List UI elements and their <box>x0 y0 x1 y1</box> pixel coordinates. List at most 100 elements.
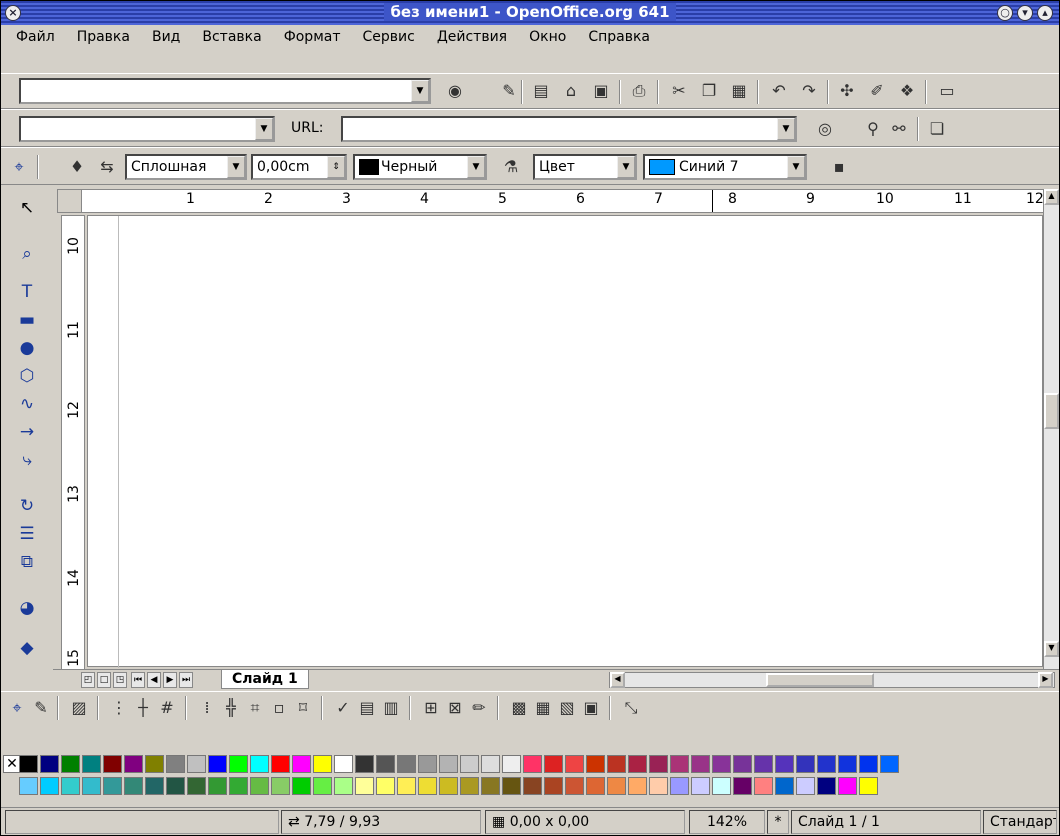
color-swatch[interactable] <box>439 755 458 773</box>
color-swatch[interactable] <box>40 755 59 773</box>
color-swatch[interactable] <box>796 755 815 773</box>
url-input[interactable]: ▼ <box>341 116 797 142</box>
color-swatch[interactable] <box>82 777 101 795</box>
horizontal-ruler[interactable]: 1 2 3 4 5 6 7 8 9 10 11 12 <box>81 189 1045 213</box>
color-swatch[interactable] <box>355 777 374 795</box>
undo-icon[interactable]: ↶ <box>769 81 789 101</box>
color-swatch[interactable] <box>166 755 185 773</box>
color-swatch[interactable] <box>166 777 185 795</box>
line-color-select[interactable]: Черный ▼ <box>353 154 487 180</box>
object-bar-toggle-icon[interactable]: ⌖ <box>9 157 29 177</box>
exit-group-icon[interactable]: ⤡ <box>621 698 641 718</box>
snap-to-grid-icon[interactable]: ⁞ <box>197 698 217 718</box>
color-swatch[interactable] <box>187 755 206 773</box>
shadow-icon[interactable]: ▪ <box>829 157 849 177</box>
color-swatch[interactable] <box>229 777 248 795</box>
view-notes-icon[interactable]: □ <box>97 672 111 688</box>
color-swatch[interactable] <box>187 777 206 795</box>
arrow-style-icon[interactable]: ⇆ <box>97 157 117 177</box>
color-swatch[interactable] <box>838 755 857 773</box>
color-swatch[interactable] <box>754 755 773 773</box>
navigator-icon[interactable]: ✣ <box>837 81 857 101</box>
double-click-edit-icon[interactable]: ✏ <box>469 698 489 718</box>
menu-tools[interactable]: Сервис <box>352 29 426 45</box>
color-swatch[interactable] <box>145 777 164 795</box>
chevron-down-icon[interactable]: ▼ <box>255 118 273 140</box>
color-swatch[interactable] <box>481 755 500 773</box>
color-swatch[interactable] <box>544 777 563 795</box>
copy-icon[interactable]: ❐ <box>699 81 719 101</box>
snap-to-object-border-icon[interactable]: ▫ <box>269 698 289 718</box>
last-slide-icon[interactable]: ⏭ <box>179 672 193 688</box>
scroll-left-icon[interactable]: ◀ <box>610 672 625 688</box>
area-fill-icon[interactable]: ⚗ <box>501 157 521 177</box>
color-swatch[interactable] <box>460 755 479 773</box>
color-swatch[interactable] <box>145 755 164 773</box>
chevron-down-icon[interactable]: ▼ <box>467 156 485 178</box>
area-style-select[interactable]: Цвет ▼ <box>533 154 637 180</box>
maximize-icon[interactable]: ▾ <box>1017 5 1033 21</box>
color-swatch[interactable] <box>880 755 899 773</box>
color-swatch[interactable] <box>523 755 542 773</box>
show-grid-icon[interactable]: ⋮ <box>109 698 129 718</box>
color-swatch[interactable] <box>271 755 290 773</box>
chevron-down-icon[interactable]: ▼ <box>617 156 635 178</box>
chevron-down-icon[interactable]: ▼ <box>227 156 245 178</box>
menu-edit[interactable]: Правка <box>66 29 141 45</box>
chevron-down-icon[interactable]: ▼ <box>777 118 795 140</box>
color-swatch[interactable] <box>124 755 143 773</box>
snap-to-page-margins-icon[interactable]: ⌗ <box>245 698 265 718</box>
scroll-down-icon[interactable]: ▼ <box>1044 641 1059 657</box>
color-swatch[interactable] <box>40 777 59 795</box>
color-swatch[interactable] <box>565 777 584 795</box>
color-swatch[interactable] <box>460 777 479 795</box>
scroll-right-icon[interactable]: ▶ <box>1038 672 1053 688</box>
wireframe-icon[interactable]: ▣ <box>581 698 601 718</box>
link-icon[interactable]: ⚲ <box>863 119 883 139</box>
color-swatch[interactable] <box>712 755 731 773</box>
3d-effects-icon[interactable]: ◆ <box>17 638 37 658</box>
print-icon[interactable]: ⎙ <box>629 81 649 101</box>
area-color-select[interactable]: Синий 7 ▼ <box>643 154 807 180</box>
select-text-area-icon[interactable]: ▥ <box>381 698 401 718</box>
color-swatch[interactable] <box>229 755 248 773</box>
select-icon[interactable]: ↖ <box>17 198 37 218</box>
paste-icon[interactable]: ▦ <box>729 81 749 101</box>
color-swatch[interactable] <box>418 755 437 773</box>
minimize-icon[interactable]: ○ <box>997 5 1013 21</box>
edit-file-icon[interactable]: ✎ <box>499 81 519 101</box>
color-swatch[interactable] <box>502 777 521 795</box>
stop-icon[interactable]: ◉ <box>445 81 465 101</box>
3d-object-icon[interactable]: ⬡ <box>17 366 37 386</box>
rectangle-icon[interactable]: ▬ <box>17 310 37 330</box>
color-swatch[interactable] <box>19 755 38 773</box>
spin-icon[interactable]: ⇕ <box>327 156 345 178</box>
menu-file[interactable]: Файл <box>5 29 66 45</box>
color-swatch[interactable] <box>334 755 353 773</box>
color-swatch[interactable] <box>397 755 416 773</box>
color-swatch[interactable] <box>313 755 332 773</box>
color-swatch[interactable] <box>103 755 122 773</box>
command-combo[interactable]: ▼ <box>19 78 431 104</box>
slide-show-icon[interactable]: ▭ <box>937 81 957 101</box>
chevron-down-icon[interactable]: ▼ <box>787 156 805 178</box>
snap-to-snaplines-icon[interactable]: ╬ <box>221 698 241 718</box>
color-swatch[interactable] <box>208 755 227 773</box>
menu-insert[interactable]: Вставка <box>191 29 272 45</box>
color-swatch[interactable] <box>103 777 122 795</box>
color-swatch[interactable] <box>817 755 836 773</box>
zoom-icon[interactable]: ⌕ <box>17 244 37 264</box>
ruler-corner[interactable] <box>57 189 83 213</box>
find-icon[interactable]: ⚯ <box>889 119 909 139</box>
options-toggle-icon[interactable]: ⌖ <box>7 698 27 718</box>
color-swatch[interactable] <box>817 777 836 795</box>
color-swatch[interactable] <box>19 777 38 795</box>
cut-icon[interactable]: ✂ <box>669 81 689 101</box>
color-swatch[interactable] <box>670 777 689 795</box>
guides-icon[interactable]: # <box>157 698 177 718</box>
tab-slide-1[interactable]: Слайд 1 <box>221 670 309 689</box>
menu-window[interactable]: Окно <box>518 29 577 45</box>
link-name-combo[interactable]: ▼ <box>19 116 275 142</box>
scroll-up-icon[interactable]: ▲ <box>1044 189 1059 205</box>
prev-slide-icon[interactable]: ◀ <box>147 672 161 688</box>
